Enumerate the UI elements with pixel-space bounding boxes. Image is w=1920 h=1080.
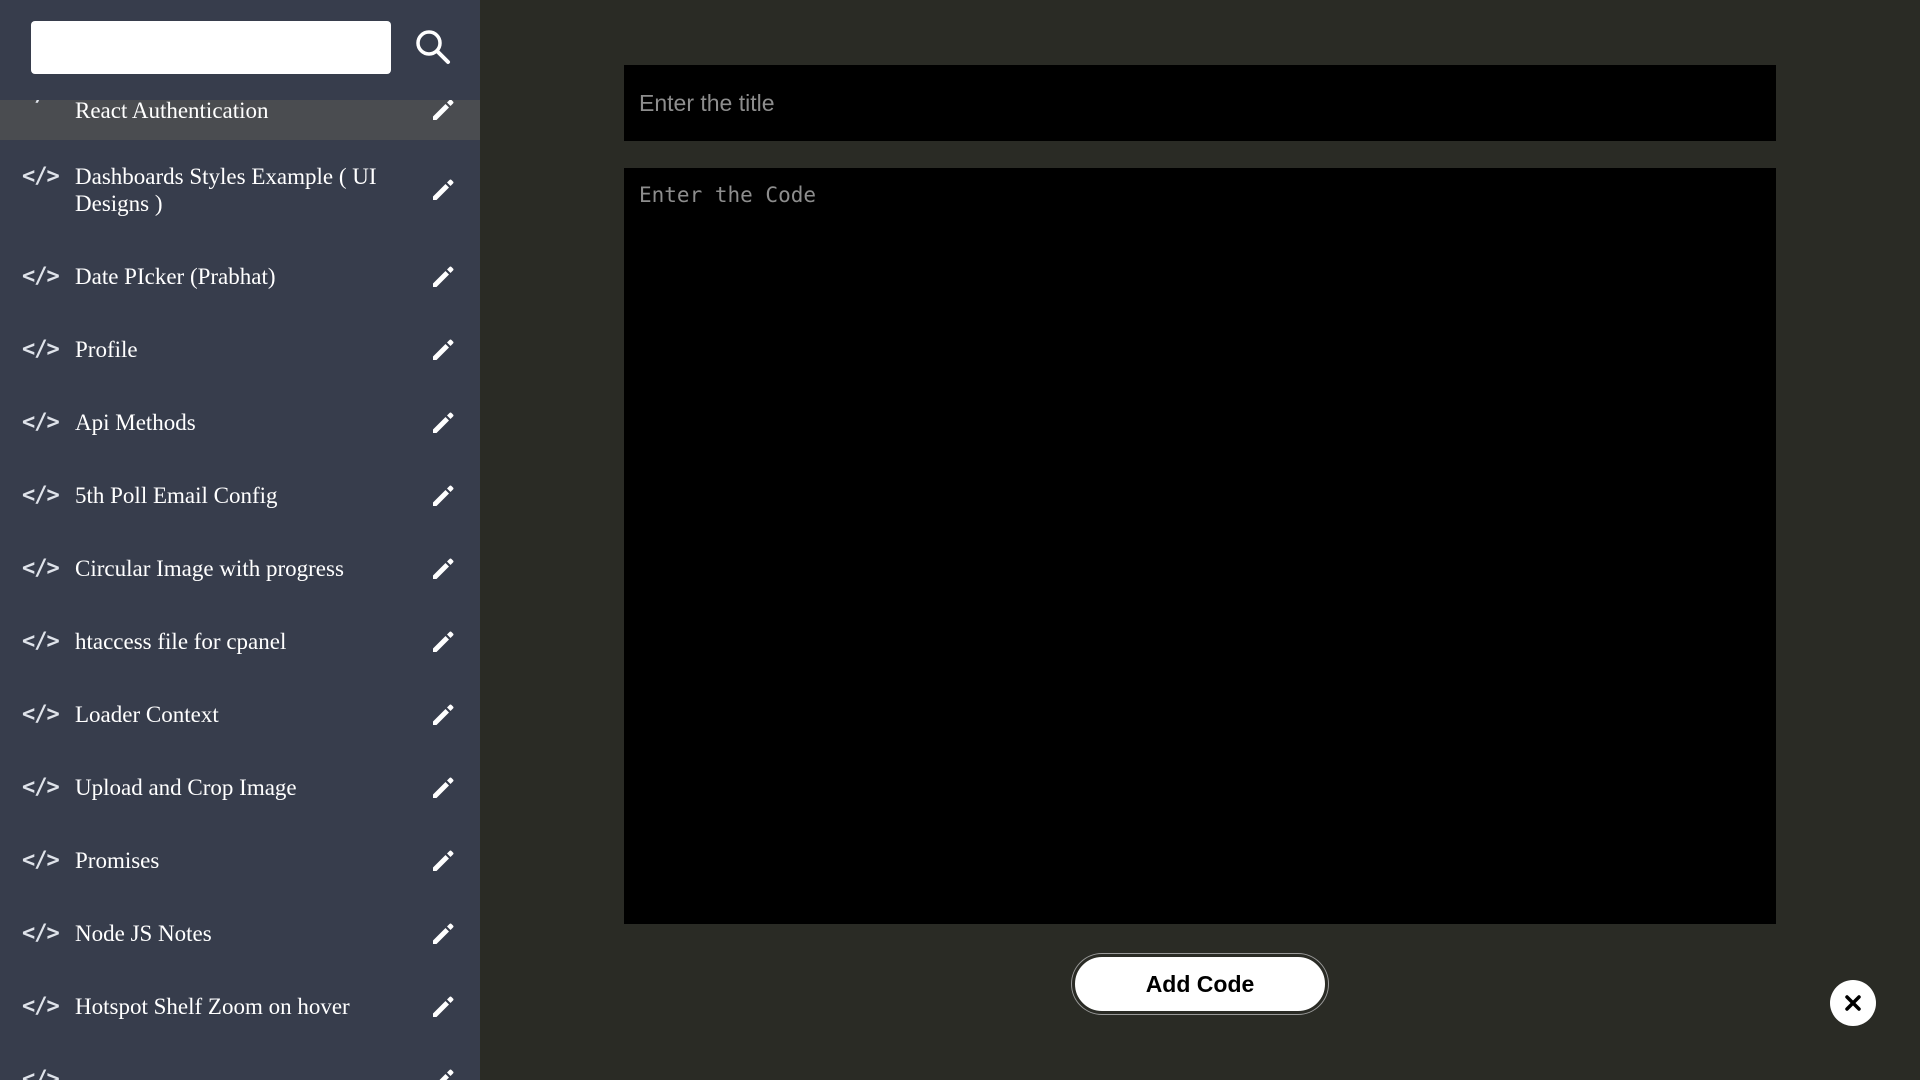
pencil-icon[interactable]: [430, 556, 456, 582]
search-bar: [0, 0, 480, 100]
pencil-icon[interactable]: [430, 994, 456, 1020]
snippet-list: </> React Authentication </> Dashboards Sty…: [0, 60, 480, 1080]
code-icon: </>: [22, 629, 60, 654]
snippet-title: htaccess file for cpanel: [75, 629, 287, 654]
close-icon: [1845, 995, 1861, 1011]
snippet-title: React Authentication: [75, 97, 269, 123]
sidebar-snippet-item[interactable]: </> Upload and Crop Image: [0, 751, 480, 824]
sidebar-snippet-item[interactable]: </> Api Methods: [0, 386, 480, 459]
snippet-title: Node JS Notes: [75, 921, 212, 946]
sidebar-snippet-item[interactable]: </> Dashboards Styles Example ( UI Design…: [0, 140, 480, 240]
pencil-icon[interactable]: [430, 1067, 456, 1080]
sidebar-snippet-item[interactable]: </> Node JS Notes: [0, 897, 480, 970]
snippet-title: Hotspot Shelf Zoom on hover: [75, 994, 350, 1019]
snippet-title: 5th Poll Email Config: [75, 483, 278, 508]
pencil-icon[interactable]: [430, 702, 456, 728]
pencil-icon[interactable]: [430, 483, 456, 509]
pencil-icon[interactable]: [430, 97, 456, 123]
sidebar-snippet-item[interactable]: </> Profile: [0, 313, 480, 386]
code-icon: </>: [22, 410, 60, 435]
sidebar-snippet-item[interactable]: </> Promises: [0, 824, 480, 897]
search-icon: [416, 30, 450, 64]
pencil-icon[interactable]: [430, 177, 456, 203]
snippet-sidebar: </> React Authentication </> Dashboards Sty…: [0, 0, 480, 1080]
sidebar-snippet-item[interactable]: </> Hotspot Shelf Zoom on hover: [0, 970, 480, 1043]
code-icon: </>: [22, 848, 60, 873]
sidebar-snippet-item[interactable]: </> Circular Image with progress: [0, 532, 480, 605]
search-button[interactable]: [408, 22, 458, 72]
snippet-title: Date PIcker (Prabhat): [75, 264, 276, 289]
code-icon: </>: [22, 483, 60, 508]
code-icon: </>: [22, 921, 60, 946]
snippet-title: Loader Context: [75, 702, 219, 727]
pencil-icon[interactable]: [430, 410, 456, 436]
snippet-title: Profile: [75, 337, 138, 362]
sidebar-snippet-item[interactable]: </> 5th Poll Email Config: [0, 459, 480, 532]
search-input[interactable]: [31, 21, 391, 74]
sidebar-snippet-item[interactable]: </>: [0, 1043, 480, 1080]
code-textarea[interactable]: [624, 168, 1776, 924]
code-icon: </>: [22, 264, 60, 289]
code-icon: </>: [22, 775, 60, 800]
code-icon: </>: [22, 164, 60, 189]
sidebar-snippet-item[interactable]: </> Date PIcker (Prabhat): [0, 240, 480, 313]
code-icon: </>: [22, 994, 60, 1019]
code-icon: </>: [22, 1067, 60, 1080]
title-input[interactable]: [624, 65, 1776, 141]
sidebar-snippet-item[interactable]: </> htaccess file for cpanel: [0, 605, 480, 678]
code-icon: </>: [22, 337, 60, 362]
add-code-button[interactable]: Add Code: [1072, 954, 1328, 1014]
pencil-icon[interactable]: [430, 337, 456, 363]
sidebar-snippet-item[interactable]: </> Loader Context: [0, 678, 480, 751]
pencil-icon[interactable]: [430, 629, 456, 655]
code-editor-panel: Add Code: [480, 0, 1920, 1080]
code-icon: </>: [22, 556, 60, 581]
snippet-title: Upload and Crop Image: [75, 775, 297, 800]
pencil-icon[interactable]: [430, 264, 456, 290]
snippet-title: Circular Image with progress: [75, 556, 344, 581]
pencil-icon[interactable]: [430, 775, 456, 801]
code-icon: </>: [22, 702, 60, 727]
pencil-icon[interactable]: [430, 921, 456, 947]
snippet-title: Dashboards Styles Example ( UI Designs ): [75, 164, 377, 216]
snippet-title: Promises: [75, 848, 160, 873]
close-button[interactable]: [1830, 980, 1876, 1026]
pencil-icon[interactable]: [430, 848, 456, 874]
snippet-title: Api Methods: [75, 410, 196, 435]
